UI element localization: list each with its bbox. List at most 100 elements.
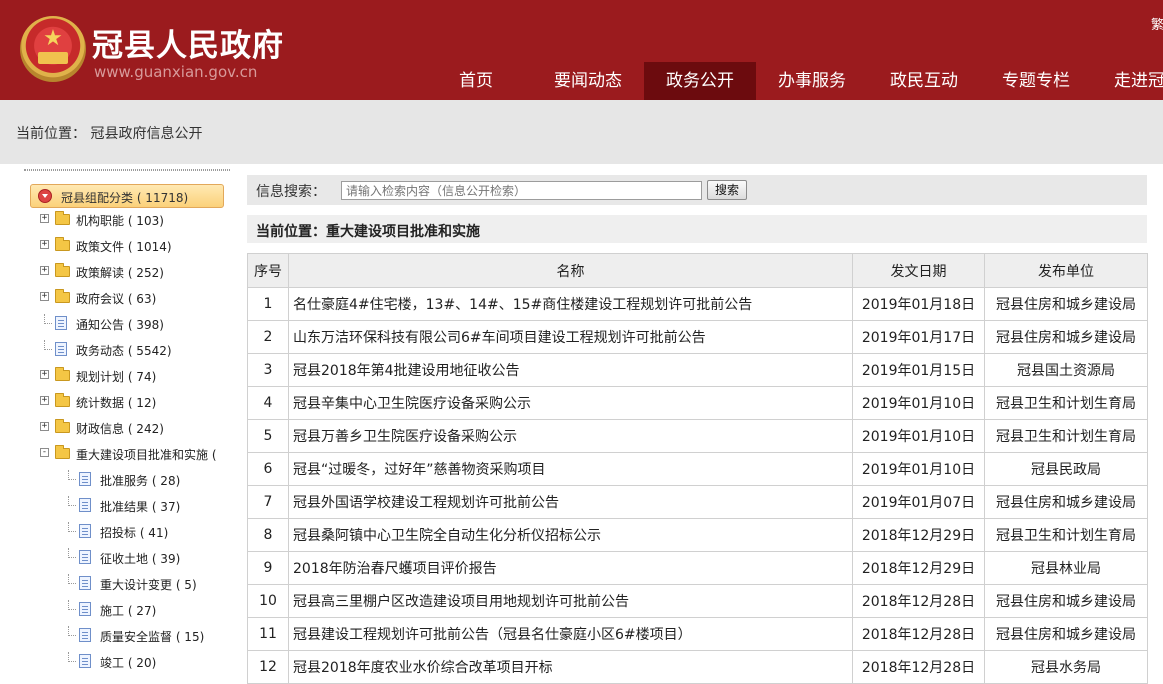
row-index: 6 bbox=[247, 452, 289, 486]
collapse-toggle-icon[interactable] bbox=[38, 189, 52, 203]
folder-icon bbox=[55, 211, 70, 225]
tree-item[interactable]: 施工 ( 27) bbox=[64, 600, 230, 620]
row-title-link[interactable]: 冠县高三里棚户区改造建设项目用地规划许可批前公告 bbox=[288, 584, 853, 618]
tree-item[interactable]: + 政府会议 ( 63) bbox=[40, 288, 230, 308]
row-index: 4 bbox=[247, 386, 289, 420]
tree-item[interactable]: 征收土地 ( 39) bbox=[64, 548, 230, 568]
tree-item[interactable]: 招投标 ( 41) bbox=[64, 522, 230, 542]
tree-item-label: 质量安全监督 ( 15) bbox=[100, 630, 205, 644]
folder-icon bbox=[55, 393, 70, 407]
folder-icon bbox=[55, 263, 70, 277]
row-date: 2019年01月10日 bbox=[852, 386, 985, 420]
row-index: 9 bbox=[247, 551, 289, 585]
tree-item[interactable]: + 政策文件 ( 1014) bbox=[40, 236, 230, 256]
expand-icon[interactable]: + bbox=[40, 396, 49, 405]
nav-item-1[interactable]: 首页 bbox=[420, 62, 532, 100]
tree-item[interactable]: + 规划计划 ( 74) bbox=[40, 366, 230, 386]
expand-icon[interactable]: + bbox=[40, 240, 49, 249]
row-index: 12 bbox=[247, 650, 289, 684]
row-title-link[interactable]: 冠县2018年度农业水价综合改革项目开标 bbox=[288, 650, 853, 684]
row-index: 3 bbox=[247, 353, 289, 387]
tree-item[interactable]: + 统计数据 ( 12) bbox=[40, 392, 230, 412]
nav-item-5[interactable]: 政民互动 bbox=[868, 62, 980, 100]
tree-item[interactable]: + 机构职能 ( 103) bbox=[40, 210, 230, 230]
folder-icon bbox=[55, 445, 70, 459]
row-publisher: 冠县民政局 bbox=[984, 452, 1148, 486]
row-title-link[interactable]: 冠县建设工程规划许可批前公告（冠县名仕豪庭小区6#楼项目） bbox=[288, 617, 853, 651]
tree-root-node[interactable]: 冠县组配分类 ( 11718) bbox=[30, 184, 224, 208]
table-row: 5 冠县万善乡卫生院医疗设备采购公示 2019年01月10日 冠县卫生和计划生育局 bbox=[247, 419, 1148, 453]
row-title-link[interactable]: 冠县桑阿镇中心卫生院全自动生化分析仪招标公示 bbox=[288, 518, 853, 552]
site-title[interactable]: 冠县人民政府 bbox=[92, 20, 284, 65]
tree-item[interactable]: 批准结果 ( 37) bbox=[64, 496, 230, 516]
tree-item-label: 征收土地 ( 39) bbox=[100, 552, 181, 566]
expand-icon[interactable]: + bbox=[40, 214, 49, 223]
row-title-link[interactable]: 冠县辛集中心卫生院医疗设备采购公示 bbox=[288, 386, 853, 420]
expand-icon[interactable]: + bbox=[40, 292, 49, 301]
expand-icon[interactable]: + bbox=[40, 422, 49, 431]
row-publisher: 冠县住房和城乡建设局 bbox=[984, 485, 1148, 519]
row-date: 2019年01月17日 bbox=[852, 320, 985, 354]
search-button[interactable]: 搜索 bbox=[707, 180, 747, 200]
folder-icon bbox=[55, 419, 70, 433]
row-publisher: 冠县卫生和计划生育局 bbox=[984, 518, 1148, 552]
row-title-link[interactable]: 山东万洁环保科技有限公司6#车间项目建设工程规划许可批前公告 bbox=[288, 320, 853, 354]
tree-item[interactable]: 质量安全监督 ( 15) bbox=[64, 626, 230, 646]
table-row: 9 2018年防治春尺蠖项目评价报告 2018年12月29日 冠县林业局 bbox=[247, 551, 1148, 585]
row-title-link[interactable]: 2018年防治春尺蠖项目评价报告 bbox=[288, 551, 853, 585]
tree-item[interactable]: 批准服务 ( 28) bbox=[64, 470, 230, 490]
nav-item-6[interactable]: 专题专栏 bbox=[980, 62, 1092, 100]
row-index: 7 bbox=[247, 485, 289, 519]
row-title-link[interactable]: 名仕豪庭4#住宅楼，13#、14#、15#商住楼建设工程规划许可批前公告 bbox=[288, 287, 853, 321]
collapse-icon[interactable]: - bbox=[40, 448, 49, 457]
nav-item-4[interactable]: 办事服务 bbox=[756, 62, 868, 100]
row-publisher: 冠县卫生和计划生育局 bbox=[984, 386, 1148, 420]
nav-item-3[interactable]: 政务公开 bbox=[644, 62, 756, 100]
tree-connector bbox=[44, 314, 52, 324]
site-domain: www.guanxian.gov.cn bbox=[94, 63, 258, 81]
tree-item[interactable]: - 重大建设项目批准和实施 ( bbox=[40, 444, 230, 464]
col-header-date: 发文日期 bbox=[852, 253, 985, 288]
national-emblem-icon: ★ bbox=[20, 16, 86, 82]
document-icon bbox=[79, 602, 91, 616]
document-icon bbox=[79, 498, 91, 512]
tree-item[interactable]: 通知公告 ( 398) bbox=[40, 314, 230, 334]
row-index: 2 bbox=[247, 320, 289, 354]
row-title-link[interactable]: 冠县“过暖冬，过好年”慈善物资采购项目 bbox=[288, 452, 853, 486]
row-title-link[interactable]: 冠县万善乡卫生院医疗设备采购公示 bbox=[288, 419, 853, 453]
tree-connector bbox=[68, 522, 76, 532]
col-header-name: 名称 bbox=[288, 253, 853, 288]
nav-item-7[interactable]: 走进冠县 bbox=[1092, 62, 1163, 100]
row-publisher: 冠县住房和城乡建设局 bbox=[984, 584, 1148, 618]
folder-icon bbox=[55, 237, 70, 251]
tree-item[interactable]: 重大设计变更 ( 5) bbox=[64, 574, 230, 594]
row-title-link[interactable]: 冠县外国语学校建设工程规划许可批前公告 bbox=[288, 485, 853, 519]
row-index: 1 bbox=[247, 287, 289, 321]
traditional-chinese-link[interactable]: 繁 bbox=[1151, 14, 1163, 33]
table-row: 6 冠县“过暖冬，过好年”慈善物资采购项目 2019年01月10日 冠县民政局 bbox=[247, 452, 1148, 486]
table-row: 2 山东万洁环保科技有限公司6#车间项目建设工程规划许可批前公告 2019年01月1… bbox=[247, 320, 1148, 354]
tree-item-label: 机构职能 ( 103) bbox=[76, 214, 164, 228]
tree-item-label: 重大设计变更 ( 5) bbox=[100, 578, 197, 592]
nav-item-2[interactable]: 要闻动态 bbox=[532, 62, 644, 100]
tree-item[interactable]: + 政策解读 ( 252) bbox=[40, 262, 230, 282]
tree-item-label: 政策解读 ( 252) bbox=[76, 266, 164, 280]
row-publisher: 冠县卫生和计划生育局 bbox=[984, 419, 1148, 453]
tree-item[interactable]: + 财政信息 ( 242) bbox=[40, 418, 230, 438]
row-publisher: 冠县水务局 bbox=[984, 650, 1148, 684]
tree-item-label: 通知公告 ( 398) bbox=[76, 318, 164, 332]
table-row: 7 冠县外国语学校建设工程规划许可批前公告 2019年01月07日 冠县住房和城乡建设… bbox=[247, 485, 1148, 519]
row-title-link[interactable]: 冠县2018年第4批建设用地征收公告 bbox=[288, 353, 853, 387]
row-index: 8 bbox=[247, 518, 289, 552]
expand-icon[interactable]: + bbox=[40, 370, 49, 379]
breadcrumb-bar: 当前位置： 冠县政府信息公开 bbox=[0, 100, 1163, 164]
document-icon bbox=[79, 628, 91, 642]
tree-item[interactable]: 竣工 ( 20) bbox=[64, 652, 230, 669]
tree-item[interactable]: 政务动态 ( 5542) bbox=[40, 340, 230, 360]
expand-icon[interactable]: + bbox=[40, 266, 49, 275]
table-row: 3 冠县2018年第4批建设用地征收公告 2019年01月15日 冠县国土资源局 bbox=[247, 353, 1148, 387]
document-icon bbox=[55, 342, 67, 356]
row-date: 2018年12月28日 bbox=[852, 650, 985, 684]
search-input[interactable] bbox=[341, 181, 702, 200]
row-index: 10 bbox=[247, 584, 289, 618]
